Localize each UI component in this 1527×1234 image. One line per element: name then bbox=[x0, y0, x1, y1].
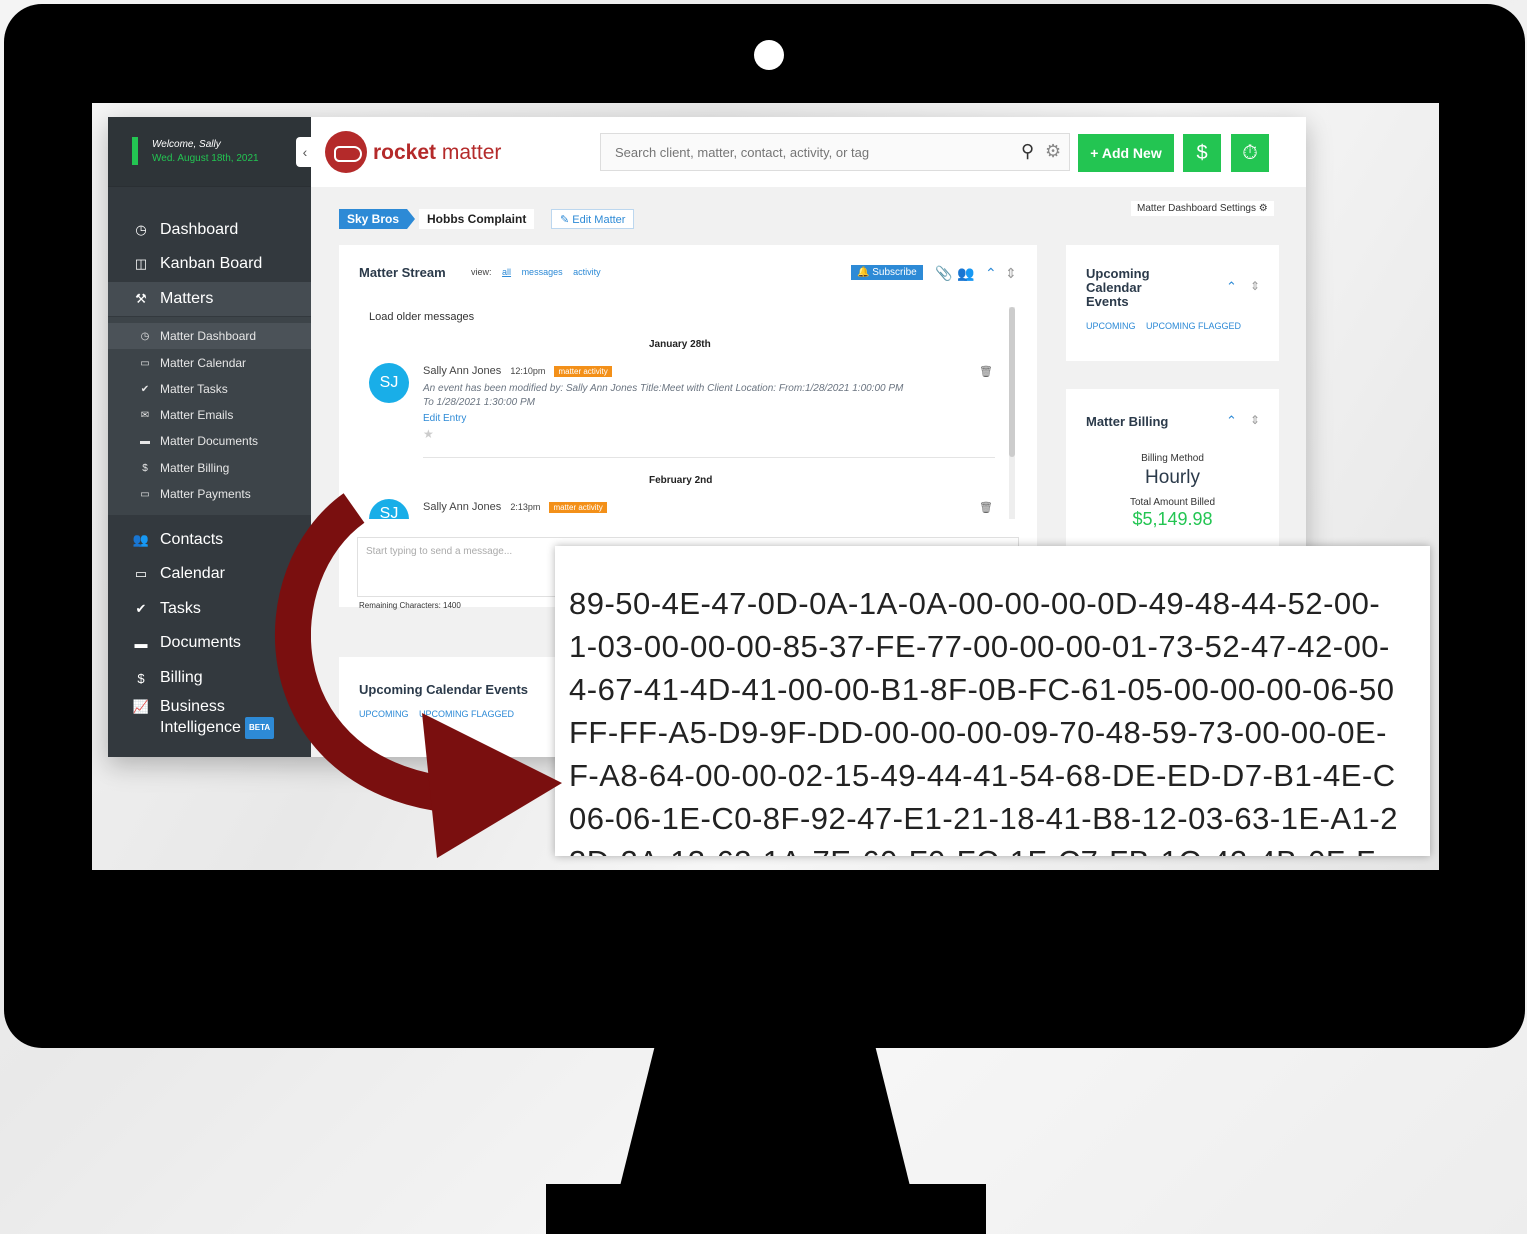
camera-dot bbox=[754, 40, 784, 70]
monitor-foot bbox=[546, 1184, 986, 1234]
monitor-neck bbox=[620, 1046, 910, 1186]
monitor-screen: Welcome, Sally Wed. August 18th, 2021 ‹ … bbox=[92, 103, 1439, 870]
curved-arrow-icon bbox=[274, 493, 562, 858]
